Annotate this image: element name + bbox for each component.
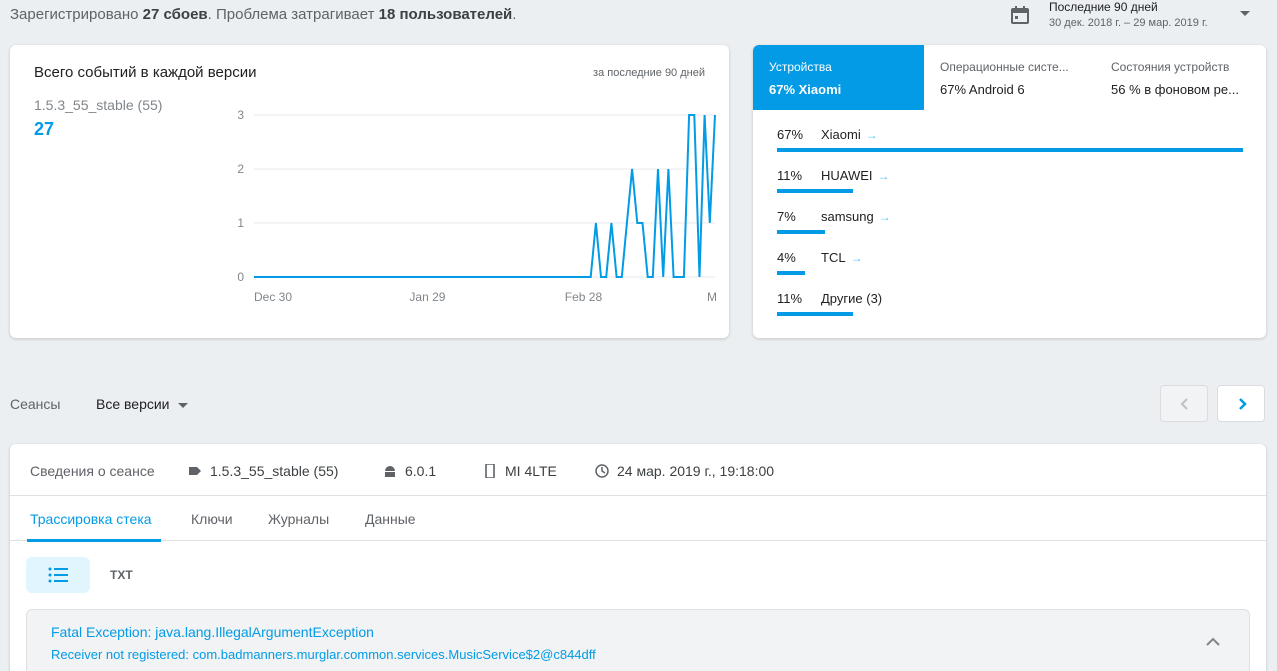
y-tick-label: 3 (237, 108, 244, 122)
tab-device-states[interactable]: Состояния устройств 56 % в фоновом ре... (1095, 45, 1266, 110)
next-session-button[interactable] (1217, 385, 1265, 422)
exception-title: Fatal Exception: java.lang.IllegalArgume… (51, 624, 374, 640)
session-os: 6.0.1 (383, 463, 436, 479)
x-tick-label: Dec 30 (254, 290, 292, 304)
tag-icon (189, 467, 201, 475)
device-share-bar (777, 312, 854, 316)
chevron-down-icon (1240, 11, 1250, 16)
list-icon (48, 567, 68, 583)
device-share-bar (777, 271, 805, 275)
events-line-chart: 0 1 2 3 Dec 30 Jan 29 Feb 28 M (237, 108, 717, 304)
android-icon (385, 466, 395, 477)
tab-keys[interactable]: Ключи (191, 511, 233, 527)
date-range-title: Последние 90 дней (1049, 0, 1158, 14)
chart-title: Всего событий в каждой версии (34, 64, 257, 81)
version-label: 1.5.3_55_stable (55) (34, 97, 163, 113)
chevron-right-icon (1239, 398, 1247, 410)
exception-panel[interactable]: Fatal Exception: java.lang.IllegalArgume… (26, 609, 1250, 671)
tab-operating-systems[interactable]: Операционные систе... 67% Android 6 (924, 45, 1095, 110)
device-share-bar (777, 189, 854, 193)
devices-card: Устройства 67% Xiaomi Операционные систе… (753, 45, 1266, 338)
y-tick-label: 1 (237, 216, 244, 230)
tab-logs[interactable]: Журналы (268, 511, 329, 527)
x-tick-label: M (707, 290, 717, 304)
crash-summary: Зарегистрировано 27 сбоев. Проблема затр… (10, 6, 517, 23)
session-info-bar: Сведения о сеансе 1.5.3_55_stable (55) 6… (10, 444, 1266, 496)
session-version: 1.5.3_55_stable (55) (188, 463, 338, 479)
events-per-version-card: Всего событий в каждой версии за последн… (10, 45, 729, 338)
chart-period: за последние 90 дней (593, 67, 705, 79)
phone-icon (485, 464, 495, 478)
y-tick-label: 2 (237, 162, 244, 176)
sessions-label: Сеансы (10, 396, 61, 412)
session-device: MI 4LTE (483, 463, 557, 479)
tab-data[interactable]: Данные (365, 511, 416, 527)
crash-count: 27 сбоев (142, 6, 208, 23)
arrow-right-icon: → (850, 251, 863, 265)
active-tab-indicator (27, 539, 161, 542)
txt-view-toggle[interactable]: TXT (110, 568, 133, 582)
device-row-tcl[interactable]: 4% TCL → (777, 242, 1243, 283)
date-range-dates: 30 дек. 2018 г. – 29 мар. 2019 г. (1049, 17, 1208, 29)
device-row-huawei[interactable]: 11% HUAWEI → (777, 160, 1243, 201)
date-range-picker[interactable]: Последние 90 дней 30 дек. 2018 г. – 29 м… (1010, 0, 1270, 34)
list-view-toggle[interactable] (26, 557, 90, 593)
chevron-left-icon (1180, 398, 1188, 410)
device-row-other: 11% Другие (3) (777, 283, 1243, 324)
chevron-up-icon[interactable] (1205, 636, 1221, 648)
session-tabs: Трассировка стека Ключи Журналы Данные (10, 496, 1266, 542)
session-time: 24 мар. 2019 г., 19:18:00 (595, 463, 774, 479)
clock-icon (595, 464, 609, 478)
arrow-right-icon: → (877, 169, 890, 183)
events-series-line (254, 114, 716, 278)
tab-devices[interactable]: Устройства 67% Xiaomi (753, 45, 924, 110)
calendar-icon (1011, 6, 1029, 24)
device-share-bar (777, 230, 826, 234)
tab-stack-trace[interactable]: Трассировка стека (30, 511, 152, 527)
arrow-right-icon: → (865, 128, 878, 142)
arrow-right-icon: → (878, 210, 891, 224)
x-tick-label: Feb 28 (565, 290, 603, 304)
x-tick-label: Jan 29 (409, 290, 445, 304)
chevron-down-icon (177, 402, 188, 408)
session-details-card: Сведения о сеансе 1.5.3_55_stable (55) 6… (10, 444, 1266, 671)
users-count: 18 пользователей (378, 6, 513, 23)
versions-dropdown[interactable]: Все версии (96, 396, 188, 412)
version-event-count: 27 (34, 119, 55, 139)
exception-message: Receiver not registered: com.badmanners.… (51, 647, 596, 662)
device-row-xiaomi[interactable]: 67% Xiaomi → (777, 119, 1243, 160)
session-info-label: Сведения о сеансе (30, 463, 155, 479)
device-row-samsung[interactable]: 7% samsung → (777, 201, 1243, 242)
device-share-bar (777, 148, 1243, 152)
previous-session-button[interactable] (1160, 385, 1208, 422)
y-tick-label: 0 (237, 270, 244, 284)
